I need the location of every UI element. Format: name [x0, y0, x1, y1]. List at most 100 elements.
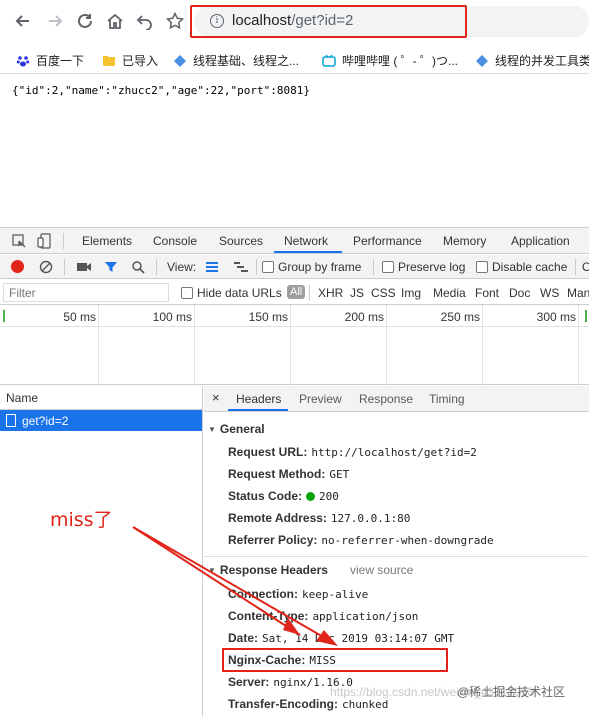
- close-details-button[interactable]: ×: [212, 390, 220, 405]
- preserve-log-checkbox[interactable]: Preserve log: [382, 260, 465, 274]
- inspect-icon[interactable]: [12, 234, 26, 248]
- header-row: Request URL: http://localhost/get?id=2: [228, 445, 477, 459]
- filter-input[interactable]: [3, 283, 169, 302]
- header-row: Request Method: GET: [228, 467, 350, 481]
- bookmark-thread-basics[interactable]: 线程基础、线程之...: [173, 52, 299, 69]
- diamond-icon: [476, 54, 488, 67]
- filter-media[interactable]: Media: [433, 286, 466, 300]
- devtools-panel: Elements Console Sources Network Perform…: [0, 227, 589, 716]
- gridline: [194, 305, 195, 385]
- response-headers-section-toggle[interactable]: ▼ Response Headers: [208, 563, 328, 577]
- camera-icon[interactable]: [76, 261, 92, 273]
- header-row: Remote Address: 127.0.0.1:80: [228, 511, 411, 525]
- filter-css[interactable]: CSS: [371, 286, 396, 300]
- divider: [373, 259, 374, 275]
- watermark-brand: @稀土掘金技术社区: [457, 685, 566, 699]
- reload-icon[interactable]: [74, 10, 96, 32]
- tab-network[interactable]: Network: [284, 234, 328, 248]
- requests-list: Name get?id=2: [0, 386, 203, 716]
- filter-ws[interactable]: WS: [540, 286, 559, 300]
- active-tab-indicator: [274, 251, 342, 253]
- tab-preview[interactable]: Preview: [299, 392, 342, 406]
- timeline-tick: 100 ms: [152, 310, 192, 324]
- search-icon[interactable]: [131, 260, 145, 274]
- online-dropdown[interactable]: O: [582, 260, 589, 274]
- gridline: [482, 305, 483, 385]
- tab-console[interactable]: Console: [153, 234, 197, 248]
- request-timing-bar: [3, 310, 5, 322]
- header-row: Referrer Policy: no-referrer-when-downgra…: [228, 533, 494, 547]
- clear-icon[interactable]: [39, 260, 53, 274]
- back-icon[interactable]: [12, 10, 34, 32]
- diamond-icon: [174, 54, 186, 67]
- devtools-tabbar: Elements Console Sources Network Perform…: [0, 228, 589, 254]
- home-icon[interactable]: [104, 10, 126, 32]
- timeline-tick: 300 ms: [536, 310, 576, 324]
- gridline: [98, 305, 99, 385]
- filter-js[interactable]: JS: [350, 286, 364, 300]
- tab-elements[interactable]: Elements: [82, 234, 132, 248]
- status-ok-icon: [306, 492, 316, 501]
- forward-icon[interactable]: [44, 10, 66, 32]
- filter-doc[interactable]: Doc: [509, 286, 530, 300]
- tab-memory[interactable]: Memory: [443, 234, 486, 248]
- bookmarks-bar: 百度一下 已导入 线程基础、线程之... 哔哩哔哩 ( ゜- ゜)つ... 线程…: [0, 44, 589, 74]
- filter-font[interactable]: Font: [475, 286, 499, 300]
- header-row: Status Code: 200: [228, 489, 339, 503]
- annotation-label: miss了: [50, 509, 113, 531]
- filter-manifest[interactable]: Manifest: [567, 286, 589, 300]
- star-icon[interactable]: [164, 10, 186, 32]
- list-view-icon[interactable]: [205, 261, 219, 273]
- device-toolbar-icon[interactable]: [37, 233, 51, 249]
- gridline: [290, 305, 291, 385]
- tv-icon: [322, 54, 336, 67]
- undo-icon[interactable]: [134, 10, 156, 32]
- waterfall-icon[interactable]: [233, 261, 249, 273]
- network-timeline[interactable]: 50 ms 100 ms 150 ms 200 ms 250 ms 300 ms: [0, 305, 589, 385]
- filter-xhr[interactable]: XHR: [318, 286, 343, 300]
- bookmark-bilibili[interactable]: 哔哩哔哩 ( ゜- ゜)つ...: [322, 52, 458, 69]
- bookmark-baidu[interactable]: 百度一下: [16, 52, 84, 69]
- filter-all[interactable]: All: [287, 285, 306, 299]
- request-row[interactable]: get?id=2: [0, 410, 202, 431]
- hide-data-urls-checkbox[interactable]: Hide data URLs: [181, 286, 282, 300]
- disable-cache-checkbox[interactable]: Disable cache: [476, 260, 567, 274]
- view-source-link[interactable]: view source: [350, 563, 413, 577]
- divider: [204, 556, 589, 557]
- timeline-tick: 150 ms: [248, 310, 288, 324]
- tab-response[interactable]: Response: [359, 392, 413, 406]
- tab-headers[interactable]: Headers: [236, 392, 281, 406]
- nginx-cache-highlight-box: [222, 648, 448, 672]
- request-timing-bar: [585, 310, 587, 322]
- tab-application[interactable]: Application: [511, 234, 570, 248]
- header-row: Date: Sat, 14 Dec 2019 03:14:07 GMT: [228, 631, 455, 645]
- divider: [309, 285, 310, 301]
- bookmark-concurrency[interactable]: 线程的并发工具类: [475, 52, 589, 69]
- json-response-body: {"id":2,"name":"zhucc2","age":22,"port":…: [12, 84, 311, 97]
- gridline: [386, 305, 387, 385]
- folder-icon: [103, 55, 115, 66]
- tab-performance[interactable]: Performance: [353, 234, 422, 248]
- name-column-header[interactable]: Name: [0, 386, 202, 410]
- document-icon: [6, 414, 16, 427]
- record-icon[interactable]: [11, 260, 24, 273]
- timeline-tick: 50 ms: [63, 310, 96, 324]
- gridline: [578, 305, 579, 385]
- triangle-down-icon: ▼: [208, 565, 216, 575]
- network-toolbar: View: Group by frame Preserve log Disabl…: [0, 255, 589, 279]
- header-row: Transfer-Encoding: chunked: [228, 697, 389, 711]
- filter-icon[interactable]: [104, 260, 118, 274]
- url-text[interactable]: localhost/get?id=2: [232, 12, 353, 29]
- filter-img[interactable]: Img: [401, 286, 421, 300]
- bookmark-imported[interactable]: 已导入: [102, 52, 158, 69]
- timeline-tick: 250 ms: [440, 310, 480, 324]
- general-section-toggle[interactable]: ▼ General: [208, 422, 265, 436]
- info-icon[interactable]: i: [210, 14, 224, 28]
- browser-toolbar: i localhost/get?id=2: [0, 0, 589, 44]
- tab-sources[interactable]: Sources: [219, 234, 263, 248]
- group-by-frame-checkbox[interactable]: Group by frame: [262, 260, 361, 274]
- header-row: Connection: keep-alive: [228, 587, 369, 601]
- view-label: View:: [167, 260, 197, 274]
- divider: [575, 259, 576, 275]
- tab-timing[interactable]: Timing: [429, 392, 465, 406]
